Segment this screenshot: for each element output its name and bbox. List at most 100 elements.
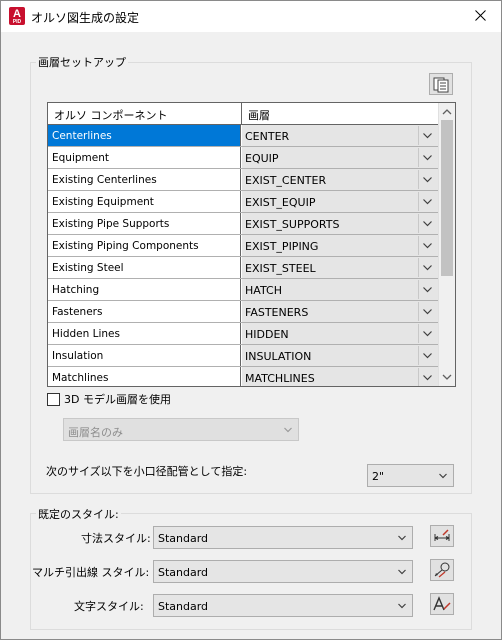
text-style-icon [433,596,451,611]
use-3d-layers-checkbox[interactable] [47,393,60,406]
component-cell[interactable]: Fasteners [48,301,241,322]
layer-name-option-dropdown[interactable]: 画層名のみ [63,418,299,441]
close-button[interactable] [467,5,493,27]
table-row[interactable]: Hatching HATCH [48,279,438,301]
column-header-component[interactable]: オルソ コンポーネント [54,107,168,123]
table-row[interactable]: Matchlines MATCHLINES [48,367,438,386]
table-row[interactable]: Existing Centerlines EXIST_CENTER [48,169,438,191]
layer-dropdown-arrow[interactable] [418,368,436,386]
layer-dropdown[interactable]: HATCH [242,279,438,300]
chevron-down-icon [284,427,292,433]
layer-name-option-value: 画層名のみ [68,426,123,439]
layer-dropdown[interactable]: INSULATION [242,345,438,366]
scroll-thumb[interactable] [441,120,453,276]
grid-header: オルソ コンポーネント 画層 [48,103,438,125]
table-row[interactable]: Centerlines CENTER [48,125,438,147]
component-cell[interactable]: Existing Equipment [48,191,241,212]
component-cell[interactable]: Hidden Lines [48,323,241,344]
table-row[interactable]: Equipment EQUIP [48,147,438,169]
table-row[interactable]: Existing Equipment EXIST_EQUIP [48,191,438,213]
chevron-down-icon [423,287,432,293]
layer-grid: オルソ コンポーネント 画層 Centerlines CENTER Equipmen… [47,102,456,387]
layer-value: HATCH [245,284,282,297]
table-row[interactable]: Fasteners FASTENERS [48,301,438,323]
layer-value: EXIST_EQUIP [245,196,316,209]
table-row[interactable]: Existing Steel EXIST_STEEL [48,257,438,279]
multileader-style-value: Standard [158,566,209,579]
layer-dropdown-arrow[interactable] [418,258,436,277]
component-cell[interactable]: Existing Piping Components [48,235,241,256]
dimension-style-icon [434,529,450,541]
layer-dropdown-arrow[interactable] [418,236,436,255]
text-style-button[interactable] [430,593,454,615]
chevron-down-icon [423,331,432,337]
layer-manager-button[interactable] [429,73,453,95]
text-style-label: 文字スタイル: [74,600,144,613]
component-cell[interactable]: Insulation [48,345,241,366]
layer-dropdown-arrow[interactable] [418,126,436,145]
layer-dropdown[interactable]: HIDDEN [242,323,438,344]
layer-dropdown[interactable]: EXIST_EQUIP [242,191,438,212]
table-row[interactable]: Existing Pipe Supports EXIST_SUPPORTS [48,213,438,235]
default-styles-label: 既定のスタイル: [36,506,121,522]
layer-dropdown-arrow[interactable] [418,170,436,189]
dimension-style-button[interactable] [430,525,454,547]
grid-scrollbar[interactable] [438,103,455,386]
chevron-down-icon [398,603,406,609]
layer-setup-label: 画層セットアップ [36,54,128,70]
layer-value: EXIST_PIPING [245,240,319,253]
table-row[interactable]: Insulation INSULATION [48,345,438,367]
text-style-dropdown[interactable]: Standard [153,594,413,617]
dialog-window: A PID オルソ図生成の設定 画層セットアップ オルソ コンポーネント 画層 … [0,0,502,640]
layer-dropdown-arrow[interactable] [418,324,436,343]
chevron-down-icon [398,569,406,575]
chevron-down-icon [439,473,447,479]
close-icon [474,10,486,21]
layer-dropdown[interactable]: EXIST_STEEL [242,257,438,278]
dimension-style-dropdown[interactable]: Standard [153,526,413,549]
chevron-down-icon [423,375,432,381]
component-cell[interactable]: Equipment [48,147,241,168]
small-bore-label: 次のサイズ以下を小口径配管として指定: [46,465,248,478]
component-cell[interactable]: Existing Steel [48,257,241,278]
multileader-style-label: マルチ引出線 スタイル: [32,566,150,579]
chevron-down-icon [423,243,432,249]
component-cell[interactable]: Matchlines [48,367,241,386]
layer-dropdown-arrow[interactable] [418,280,436,299]
table-row[interactable]: Existing Piping Components EXIST_PIPING [48,235,438,257]
component-cell[interactable]: Existing Pipe Supports [48,213,241,234]
layer-value: CENTER [245,130,290,143]
chevron-down-icon [423,353,432,359]
layer-value: EXIST_CENTER [245,174,327,187]
component-cell[interactable]: Hatching [48,279,241,300]
layer-dropdown-arrow[interactable] [418,214,436,233]
layer-dropdown[interactable]: EXIST_PIPING [242,235,438,256]
column-header-layer[interactable]: 画層 [248,107,270,123]
layer-dropdown[interactable]: MATCHLINES [242,367,438,386]
component-cell[interactable]: Centerlines [48,125,241,146]
layer-dropdown-arrow[interactable] [418,192,436,211]
text-style-value: Standard [158,600,209,613]
multileader-style-dropdown[interactable]: Standard [153,560,413,583]
scroll-down-icon[interactable] [439,370,455,384]
layer-list-icon [433,77,449,93]
layer-dropdown[interactable]: FASTENERS [242,301,438,322]
layer-dropdown-arrow[interactable] [418,148,436,167]
layer-dropdown[interactable]: CENTER [242,125,438,146]
layer-dropdown[interactable]: EXIST_SUPPORTS [242,213,438,234]
scroll-up-icon[interactable] [439,105,455,119]
chevron-down-icon [423,221,432,227]
layer-dropdown[interactable]: EQUIP [242,147,438,168]
layer-dropdown-arrow[interactable] [418,302,436,321]
multileader-style-button[interactable] [430,559,454,581]
use-3d-layers-label[interactable]: 3D モデル画層を使用 [64,391,171,407]
title-bar[interactable]: A PID オルソ図生成の設定 [1,1,501,32]
layer-value: INSULATION [245,350,312,363]
component-cell[interactable]: Existing Centerlines [48,169,241,190]
layer-dropdown-arrow[interactable] [418,346,436,365]
layer-value: EXIST_STEEL [245,262,316,275]
layer-dropdown[interactable]: EXIST_CENTER [242,169,438,190]
table-row[interactable]: Hidden Lines HIDDEN [48,323,438,345]
column-divider[interactable] [241,103,242,124]
small-bore-size-dropdown[interactable]: 2" [367,464,454,487]
